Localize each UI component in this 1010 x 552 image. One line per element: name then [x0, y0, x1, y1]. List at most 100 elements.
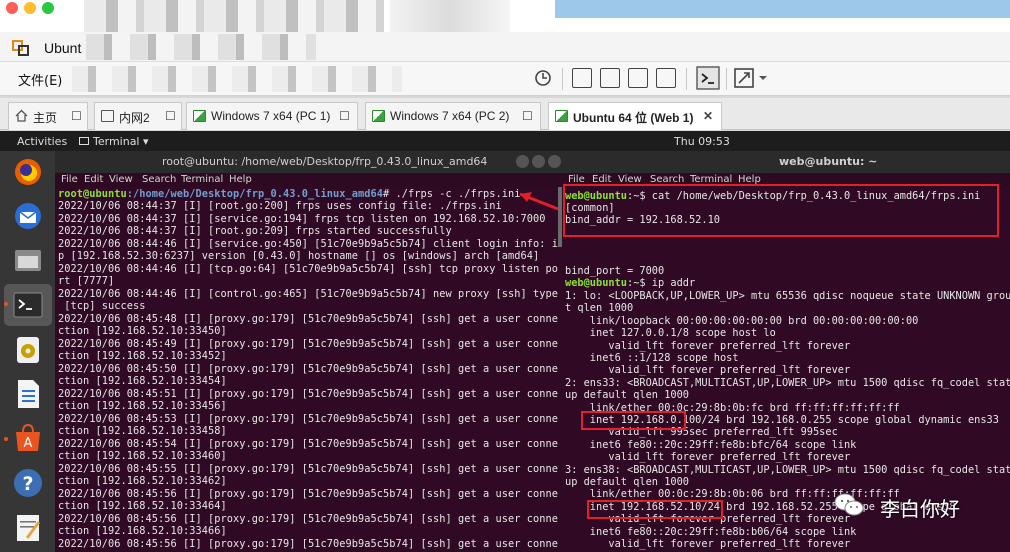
- terminal-small-icon: [79, 137, 89, 145]
- menu-item-view[interactable]: View: [109, 174, 133, 185]
- wechat-icon: [834, 493, 864, 516]
- tab-intranet2[interactable]: 内网2 ☐: [94, 102, 182, 130]
- output-line: 2022/10/06 08:45:49 [I] [proxy.go:179] […: [58, 337, 558, 350]
- terminal-left-title: root@ubuntu: /home/web/Desktop/frp_0.43.…: [162, 155, 488, 168]
- clock-history-icon[interactable]: [533, 68, 553, 88]
- thunderbird-icon[interactable]: [12, 200, 44, 232]
- unity-icon[interactable]: [656, 68, 676, 88]
- close-icon[interactable]: ☐: [522, 109, 534, 123]
- stretch-icon[interactable]: [734, 68, 754, 88]
- network-icon: [101, 110, 114, 122]
- highlight-ens38-ip: [587, 500, 723, 519]
- output-line: 2022/10/06 08:45:50 [I] [proxy.go:179] […: [58, 362, 558, 375]
- toolbar-separator: [726, 68, 727, 90]
- output-line: 1: lo: <LOOPBACK,UP,LOWER_UP> mtu 65536 …: [565, 290, 1010, 302]
- sidebar-view-icon[interactable]: [572, 68, 592, 88]
- vmware-title: Ubunt: [44, 40, 82, 56]
- rhythmbox-icon[interactable]: [12, 334, 44, 366]
- output-line: 2022/10/06 08:44:37 [I] [service.go:194]…: [58, 212, 546, 225]
- output-line: up default qlen 1000: [565, 476, 689, 488]
- output-line: valid_lft forever preferred_lft forever: [565, 451, 851, 464]
- tab-win7-pc2[interactable]: Windows 7 x64 (PC 2) ☐: [365, 102, 541, 130]
- output-line: inet6 fe80::20c:29ff:fe8b:b06/64 scope l…: [565, 525, 857, 538]
- terminal-right-title: web@ubuntu: ~: [779, 155, 878, 168]
- tab-win7-pc1[interactable]: Windows 7 x64 (PC 1) ☐: [186, 102, 358, 130]
- menu-item-terminal[interactable]: Terminal: [181, 174, 223, 185]
- running-indicator: [4, 437, 8, 441]
- output-line: 2022/10/06 08:45:56 [I] [proxy.go:179] […: [58, 487, 558, 500]
- menu-item-edit[interactable]: Edit: [84, 174, 103, 185]
- clock[interactable]: Thu 09:53: [674, 135, 730, 148]
- terminal-icon[interactable]: [12, 289, 44, 321]
- output-line: ction [192.168.52.10:33454]: [58, 375, 227, 387]
- output-line: inet6 fe80::20c:29ff:fe8b:bfc/64 scope l…: [565, 438, 857, 451]
- output-line: 2022/10/06 08:44:37 [I] [root.go:200] fr…: [58, 200, 502, 212]
- output-line: t qlen 1000: [565, 302, 634, 315]
- tab-home[interactable]: 主页 ☐: [8, 102, 88, 130]
- minimize-button[interactable]: [516, 155, 529, 168]
- prompt-user: web@ubuntu: [565, 277, 627, 289]
- split-view-icon[interactable]: [600, 68, 620, 88]
- blurred-vm-title: [86, 34, 316, 60]
- svg-text:A: A: [24, 436, 33, 451]
- firefox-icon[interactable]: [12, 156, 44, 188]
- toolbar-separator: [686, 68, 687, 90]
- running-indicator: [4, 302, 8, 306]
- minimize-window-button[interactable]: [24, 2, 36, 14]
- output-line: 2022/10/06 08:44:46 [I] [control.go:465]…: [58, 287, 558, 300]
- output-line: ction [192.168.52.10:33452]: [58, 350, 227, 362]
- output-line: 2022/10/06 08:45:56 [I] [proxy.go:179] […: [58, 512, 558, 525]
- blurred-menu-region: [72, 66, 402, 92]
- host-top-accent: [555, 0, 1010, 18]
- output-line: ction [192.168.52.10:33466]: [58, 525, 227, 537]
- vmware-logo-icon: [12, 40, 29, 56]
- output-line: valid_lft forever preferred_lft forever: [565, 364, 851, 377]
- output-line: ction [192.168.52.10:33456]: [58, 400, 227, 412]
- files-icon[interactable]: [12, 244, 44, 276]
- menu-item-search[interactable]: Search: [142, 174, 176, 185]
- close-icon[interactable]: ☐: [165, 109, 177, 123]
- maximize-button[interactable]: [532, 155, 545, 168]
- prompt-path: :/home/web/Desktop/frp_0.43.0_linux_amd6…: [126, 188, 383, 200]
- tab-ubuntu-web1[interactable]: Ubuntu 64 位 (Web 1) ✕: [548, 102, 722, 130]
- red-arrow-annotation: [519, 192, 559, 211]
- activities-button[interactable]: Activities: [17, 135, 67, 148]
- menu-item-file[interactable]: File: [61, 174, 78, 185]
- close-button[interactable]: [548, 155, 561, 168]
- close-icon[interactable]: ☐: [339, 109, 351, 123]
- watermark-text: 李白你好: [880, 497, 960, 521]
- vm-icon: [193, 110, 206, 122]
- output-line: 2022/10/06 08:45:53 [I] [proxy.go:179] […: [58, 412, 558, 425]
- output-line: ction [192.168.52.10:33464]: [58, 500, 227, 512]
- tab-label: Ubuntu 64 位 (Web 1): [573, 111, 694, 125]
- output-line: inet 127.0.0.1/8 scope host lo: [565, 327, 776, 340]
- help-icon[interactable]: ?: [12, 467, 44, 499]
- output-line: ction [192.168.52.10:33462]: [58, 475, 227, 487]
- vm-icon: [555, 110, 568, 122]
- close-icon[interactable]: ☐: [71, 109, 83, 123]
- software-center-icon[interactable]: A: [12, 422, 44, 454]
- close-window-button[interactable]: [6, 2, 18, 14]
- command-text: :~$ ip addr: [627, 277, 696, 289]
- close-icon[interactable]: ✕: [703, 109, 715, 123]
- menu-file[interactable]: 文件(E): [18, 70, 62, 89]
- output-line: inet6 ::1/128 scope host: [565, 352, 739, 364]
- output-line: rt [7777]: [58, 275, 115, 287]
- output-line: 2022/10/06 08:45:51 [I] [proxy.go:179] […: [58, 387, 558, 400]
- tab-label: 内网2: [119, 111, 150, 125]
- output-line: up default qlen 1000: [565, 389, 689, 402]
- home-icon: [15, 109, 28, 122]
- chevron-down-icon[interactable]: [758, 74, 768, 82]
- text-editor-icon[interactable]: [12, 511, 44, 543]
- output-line: p [192.168.52.30:6237] version [0.43.0] …: [58, 250, 540, 262]
- libreoffice-writer-icon[interactable]: [12, 378, 44, 410]
- fullscreen-icon[interactable]: [628, 68, 648, 88]
- terminal-app-menu[interactable]: Terminal ▾: [93, 135, 149, 148]
- console-view-icon[interactable]: [696, 66, 720, 90]
- ip-addr-command-line: web@ubuntu:~$ ip addr: [565, 277, 695, 289]
- output-line: ction [192.168.52.10:33450]: [58, 325, 227, 337]
- maximize-window-button[interactable]: [42, 2, 54, 14]
- prompt-user: root@ubuntu: [58, 188, 127, 200]
- menu-item-help[interactable]: Help: [229, 174, 252, 185]
- output-line: 2022/10/06 08:45:55 [I] [proxy.go:179] […: [58, 462, 558, 475]
